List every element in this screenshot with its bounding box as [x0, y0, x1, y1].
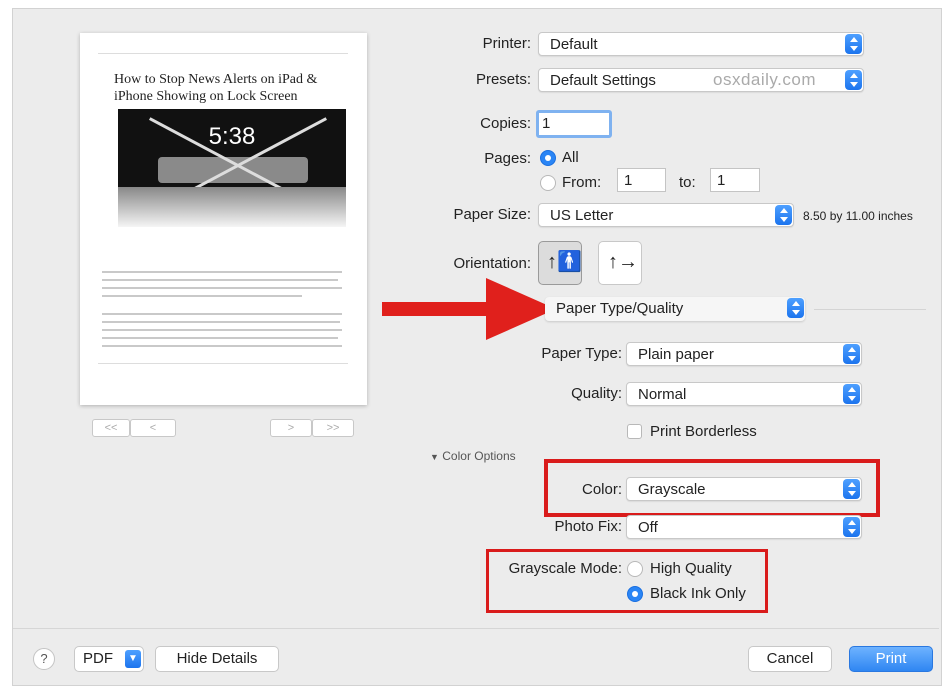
pages-all-radio[interactable] [540, 150, 556, 166]
preview-text-line [102, 279, 338, 281]
print-button[interactable]: Print [849, 646, 933, 672]
grayscale-mode-label: Grayscale Mode: [508, 560, 622, 577]
copies-label: Copies: [480, 115, 531, 132]
copies-value: 1 [542, 115, 551, 132]
section-value: Paper Type/Quality [556, 300, 684, 317]
photo-fix-value: Off [638, 519, 658, 536]
photo-fix-label: Photo Fix: [554, 518, 622, 535]
footer-separator [13, 628, 939, 629]
paper-size-label: Paper Size: [453, 206, 531, 223]
section-select[interactable]: Paper Type/Quality [545, 297, 805, 321]
paper-size-dimensions: 8.50 by 11.00 inches [803, 209, 913, 223]
preview-text-line [102, 271, 342, 273]
nav-first-label: << [104, 422, 118, 434]
preview-text-line [102, 337, 338, 339]
presets-label: Presets: [475, 71, 531, 88]
chevron-updown-icon [843, 384, 860, 404]
color-label: Color: [581, 481, 622, 498]
pages-from-label: From: [562, 174, 602, 191]
portrait-person-icon: ↑🚹 [547, 251, 582, 273]
quality-value: Normal [638, 386, 687, 403]
print-borderless-label: Print Borderless [650, 423, 757, 440]
pages-to-input[interactable]: 1 [710, 168, 760, 192]
quality-select[interactable]: Normal [626, 382, 862, 406]
preview-last-page-button[interactable]: >> [312, 419, 354, 437]
preview-header-line [98, 53, 348, 54]
chevron-updown-icon [843, 344, 860, 364]
paper-type-select[interactable]: Plain paper [626, 342, 862, 366]
grayscale-black-ink-label: Black Ink Only [650, 585, 746, 602]
orientation-landscape-button[interactable]: ↑→ [598, 241, 642, 285]
hide-details-button[interactable]: Hide Details [155, 646, 279, 672]
preview-text-line [102, 287, 342, 289]
chevron-updown-icon [843, 517, 860, 537]
preview-text-line [102, 329, 342, 331]
pages-to-label: to: [679, 174, 696, 191]
grayscale-high-quality-label: High Quality [650, 560, 732, 577]
paper-size-value: US Letter [550, 207, 614, 224]
help-button[interactable]: ? [33, 648, 55, 670]
section-separator [814, 309, 926, 310]
help-icon: ? [40, 651, 48, 666]
pages-from-radio[interactable] [540, 175, 556, 191]
pdf-menu-button[interactable]: PDF ▼ [74, 646, 144, 672]
nav-last-label: >> [326, 422, 340, 434]
cancel-label: Cancel [766, 650, 814, 667]
chevron-updown-icon [845, 34, 862, 54]
grayscale-black-ink-radio[interactable] [627, 586, 643, 602]
printer-select[interactable]: Default [538, 32, 864, 56]
page-preview: How to Stop News Alerts on iPad & iPhone… [80, 33, 367, 405]
copies-input[interactable]: 1 [536, 110, 612, 138]
preview-text-line [102, 313, 342, 315]
pages-to-value: 1 [717, 172, 726, 189]
pages-from-input[interactable]: 1 [617, 168, 666, 192]
quality-label: Quality: [571, 385, 622, 402]
paper-type-value: Plain paper [638, 346, 714, 363]
preview-prev-page-button[interactable]: < [130, 419, 176, 437]
pdf-label: PDF [83, 650, 113, 667]
nav-next-label: > [287, 422, 295, 434]
chevron-updown-icon [845, 70, 862, 90]
landscape-person-icon: ↑→ [608, 251, 638, 273]
color-value: Grayscale [638, 481, 706, 498]
watermark-text: osxdaily.com [713, 70, 816, 89]
preview-text-line [102, 321, 340, 323]
preview-image: 5:38 [118, 109, 346, 227]
preview-next-page-button[interactable]: > [270, 419, 312, 437]
hide-details-label: Hide Details [176, 650, 258, 667]
nav-prev-label: < [149, 422, 157, 434]
preview-footer-line [98, 363, 348, 364]
grayscale-high-quality-radio[interactable] [627, 561, 643, 577]
preview-title: How to Stop News Alerts on iPad & iPhone… [114, 72, 318, 104]
print-borderless-checkbox[interactable] [627, 424, 642, 439]
pages-label: Pages: [484, 150, 531, 167]
preview-foliage [118, 187, 346, 227]
pages-all-label: All [562, 149, 579, 166]
paper-type-label: Paper Type: [541, 345, 622, 362]
chevron-updown-icon [775, 205, 792, 225]
printer-value: Default [550, 36, 598, 53]
preview-text-line [102, 345, 342, 347]
orientation-label: Orientation: [453, 255, 531, 272]
chevron-down-icon: ▼ [125, 650, 141, 668]
presets-value: Default Settings [550, 72, 656, 89]
red-arrow-annotation [382, 278, 556, 340]
preview-text-line [102, 295, 302, 297]
chevron-updown-icon [787, 298, 804, 318]
photo-fix-select[interactable]: Off [626, 515, 862, 539]
preview-first-page-button[interactable]: << [92, 419, 130, 437]
disclosure-triangle-icon: ▼ [430, 452, 439, 462]
color-options-disclosure[interactable]: ▼ Color Options [430, 449, 516, 463]
color-select[interactable]: Grayscale [626, 477, 862, 501]
paper-size-select[interactable]: US Letter [538, 203, 794, 227]
grayscale-mode-highlight-box [486, 549, 768, 613]
chevron-updown-icon [843, 479, 860, 499]
printer-label: Printer: [482, 35, 531, 52]
cancel-button[interactable]: Cancel [748, 646, 832, 672]
pages-from-value: 1 [624, 172, 633, 189]
print-label: Print [875, 650, 907, 667]
color-options-label: Color Options [442, 449, 516, 463]
